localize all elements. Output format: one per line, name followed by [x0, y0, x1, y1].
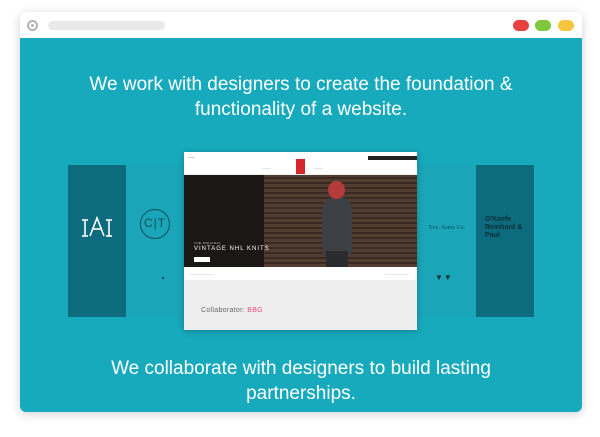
logo-panel-iai[interactable] — [68, 165, 126, 317]
nav-line: ——— — [262, 166, 271, 170]
hero-shadow — [184, 175, 264, 267]
eol-logo-text: Eve. Some Co. — [429, 225, 465, 231]
screenshot-topbar — [368, 156, 417, 160]
window-titlebar — [20, 12, 582, 38]
hero-kicker: THE ORIGINAL — [194, 241, 222, 245]
collaborator-label: Collaborator: — [201, 307, 245, 314]
headline-bottom: We collaborate with designers to build l… — [111, 358, 491, 404]
browser-window: We work with designers to create the fou… — [20, 12, 582, 412]
screenshot-badge-icon — [296, 159, 305, 174]
hero-person-head — [328, 181, 345, 199]
screenshot-logo-icon: ~~~ — [188, 155, 195, 160]
headline-top: We work with designers to create the fou… — [89, 74, 513, 120]
screenshot-caption: Collaborator: BBG — [184, 280, 417, 330]
settings-icon[interactable] — [27, 20, 38, 31]
page-content: We work with designers to create the fou… — [20, 38, 582, 412]
address-bar[interactable] — [48, 21, 165, 30]
logo-panel-ct[interactable]: C|T — [126, 165, 184, 317]
ct-logo-icon: C|T — [140, 209, 170, 239]
screenshot-nav: ~~~ ——— ——— — [184, 152, 417, 175]
chevron-down-icon: ▼▼ — [435, 273, 453, 282]
collaborator-line: Collaborator: BBG — [201, 307, 263, 314]
featured-site-screenshot[interactable]: ~~~ ——— ——— THE ORIGINAL VINTAGE NHL KNI… — [184, 152, 417, 330]
minimize-button[interactable] — [535, 20, 551, 31]
iai-logo-icon — [82, 215, 112, 237]
hero-button — [194, 257, 210, 262]
meta-left: ———————— — [190, 272, 214, 276]
hero-title: VINTAGE NHL KNITS — [194, 246, 270, 252]
hero-person-legs — [326, 251, 348, 267]
screenshot-hero-image: THE ORIGINAL VINTAGE NHL KNITS — [184, 175, 417, 267]
close-button[interactable] — [513, 20, 529, 31]
carousel-dot — [162, 277, 164, 279]
logo-panel-ors[interactable]: O'Keefe Reinhard & Paul — [476, 165, 534, 317]
hero-person-body — [322, 197, 352, 255]
collaborator-name[interactable]: BBG — [247, 307, 263, 314]
maximize-button[interactable] — [558, 20, 574, 31]
meta-right: ———————— — [385, 272, 409, 276]
nav-line: ——— — [314, 166, 323, 170]
screenshot-meta-bar: ———————— ———————— — [184, 267, 417, 279]
ors-logo-text: O'Keefe Reinhard & Paul — [485, 216, 523, 239]
logo-panel-eol[interactable]: Eve. Some Co. ▼▼ — [417, 165, 476, 317]
